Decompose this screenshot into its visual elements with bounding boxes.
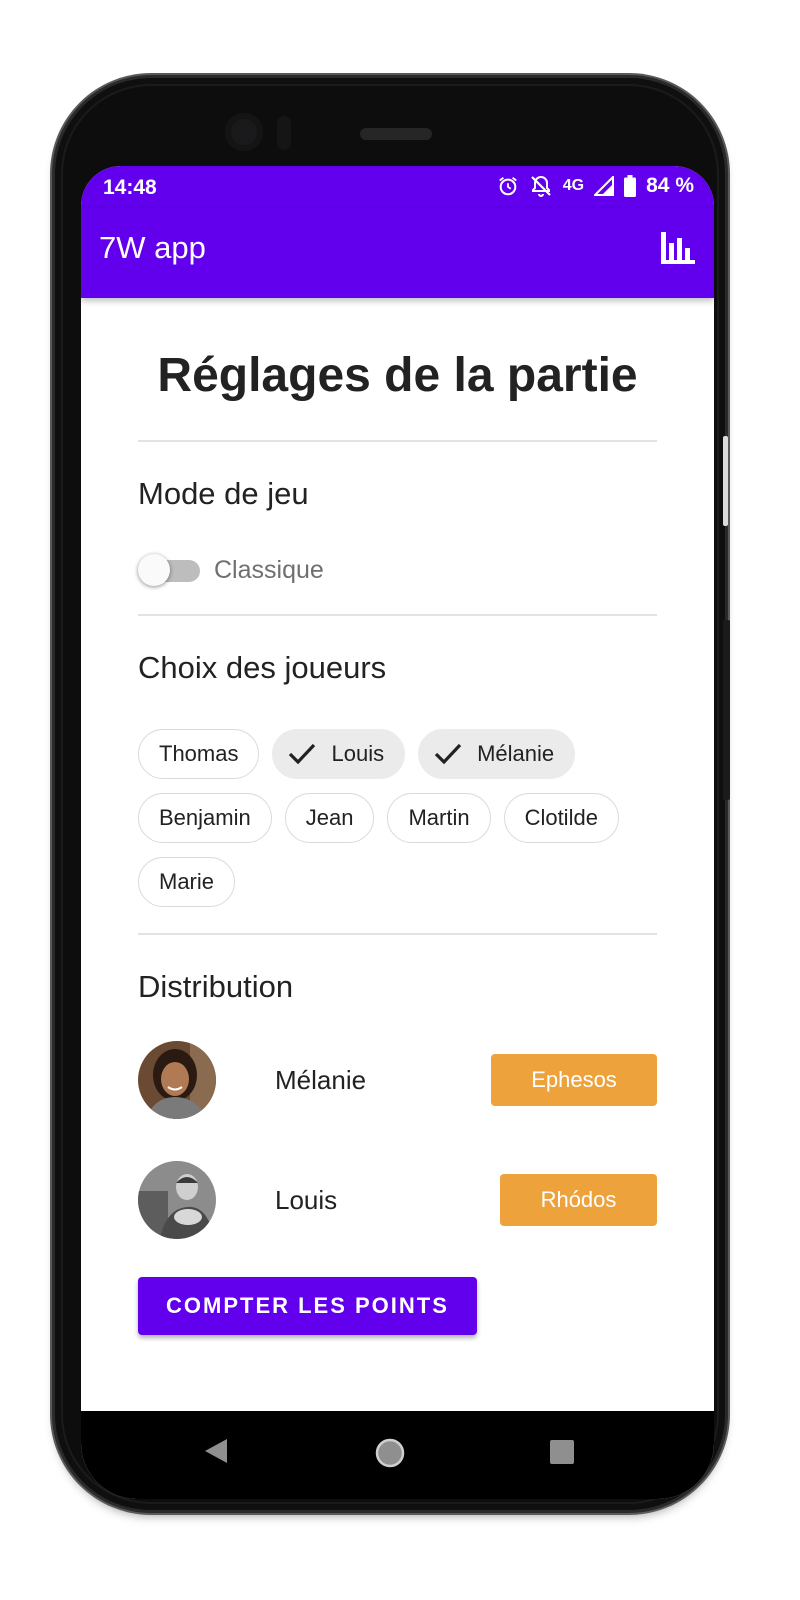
front-camera <box>225 113 263 151</box>
wonder-badge[interactable]: Rhódos <box>500 1174 657 1226</box>
status-icons: 4G 84 % <box>497 174 694 198</box>
divider <box>138 440 657 442</box>
divider <box>138 933 657 935</box>
wonder-badge[interactable]: Ephesos <box>491 1054 657 1106</box>
player-chip-thomas[interactable]: Thomas <box>138 729 260 779</box>
app-title: 7W app <box>99 230 206 265</box>
alarm-icon <box>497 175 519 197</box>
player-chip-jean[interactable]: Jean <box>284 793 375 843</box>
divider <box>138 614 657 616</box>
avatar <box>138 1161 216 1239</box>
battery-icon <box>624 175 637 197</box>
player-chip-martin[interactable]: Martin <box>387 793 491 843</box>
chip-label: Clotilde <box>524 805 598 830</box>
recents-icon[interactable] <box>549 1439 575 1465</box>
player-chip-louis[interactable]: Louis <box>272 729 406 779</box>
distribution-heading: Distribution <box>138 969 294 1004</box>
network-type: 4G <box>562 177 585 194</box>
earpiece-speaker <box>360 128 432 140</box>
status-bar: 14:48 4G 84 % <box>81 166 714 208</box>
navigation-bar <box>81 1411 714 1499</box>
status-time: 14:48 <box>103 176 157 199</box>
chip-label: Martin <box>408 805 470 830</box>
avatar <box>138 1041 216 1119</box>
volume-button <box>723 620 730 800</box>
player-name: Mélanie <box>275 1064 367 1095</box>
players-heading: Choix des joueurs <box>138 650 387 685</box>
signal-icon <box>594 176 615 196</box>
check-icon <box>289 743 316 765</box>
chip-label: Louis <box>331 741 385 766</box>
chip-label: Thomas <box>159 741 239 766</box>
player-chip-melanie[interactable]: Mélanie <box>418 729 576 779</box>
count-points-button[interactable]: COMPTER LES POINTS <box>138 1277 477 1335</box>
chip-label: Mélanie <box>477 741 555 766</box>
battery-level: 84 % <box>646 174 694 197</box>
page-title: Réglages de la partie <box>157 349 638 402</box>
classic-mode-label: Classique <box>214 555 324 584</box>
player-chip-marie[interactable]: Marie <box>138 857 236 907</box>
check-icon <box>434 743 462 765</box>
screen: 14:48 4G 84 % 7W app Réglages de la part… <box>81 166 714 1499</box>
app-bar: 7W app <box>81 208 714 298</box>
classic-mode-switch[interactable] <box>138 554 200 586</box>
proximity-sensor <box>277 116 291 150</box>
notifications-off-icon <box>529 174 553 198</box>
home-icon[interactable] <box>374 1437 406 1469</box>
cta-row: COMPTER LES POINTS <box>138 1277 657 1335</box>
chip-label: Benjamin <box>159 805 251 830</box>
chip-label: Marie <box>159 869 215 894</box>
game-mode-heading: Mode de jeu <box>138 476 309 511</box>
player-chip-benjamin[interactable]: Benjamin <box>138 793 272 843</box>
bar-chart-icon[interactable] <box>660 230 696 264</box>
distribution-row: Mélanie Ephesos <box>138 1041 657 1119</box>
switch-thumb <box>138 554 170 586</box>
back-icon[interactable] <box>203 1437 229 1465</box>
player-name: Louis <box>275 1184 338 1215</box>
settings-content: Réglages de la partie Mode de jeu Classi… <box>81 348 714 1335</box>
distribution-row: Louis Rhódos <box>138 1161 657 1239</box>
player-chip-clotilde[interactable]: Clotilde <box>503 793 619 843</box>
player-chips: Thomas Louis Mélanie Benjamin Jean Marti… <box>138 729 657 907</box>
power-button <box>723 436 728 526</box>
chip-label: Jean <box>305 805 354 830</box>
game-mode-row: Classique <box>138 550 657 590</box>
